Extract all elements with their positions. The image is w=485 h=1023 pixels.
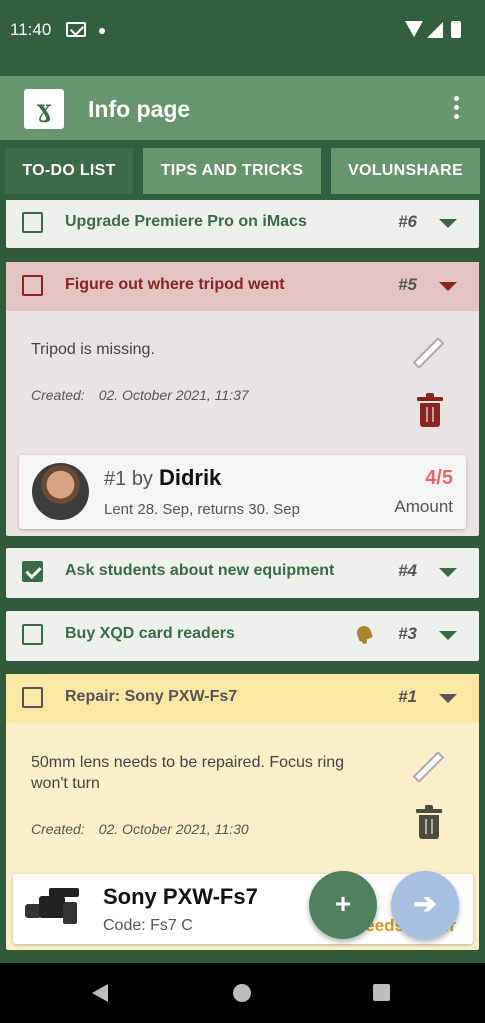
loan-amount: 4/5 — [425, 467, 453, 489]
todo-item[interactable]: Buy XQD card readers #3 — [6, 611, 479, 661]
todo-header[interactable]: Figure out where tripod went #5 — [6, 262, 479, 311]
home-icon[interactable] — [233, 984, 251, 1002]
loan-amount-label: Amount — [394, 497, 453, 516]
chevron-down-icon[interactable] — [439, 282, 457, 291]
edit-pencil-icon[interactable] — [410, 751, 445, 785]
created-label: Created: — [31, 821, 85, 837]
todo-item[interactable]: Upgrade Premiere Pro on iMacs #6 — [6, 200, 479, 248]
chevron-down-icon[interactable] — [439, 219, 457, 228]
status-icons — [405, 20, 475, 40]
todo-description: Tripod is missing. — [31, 341, 155, 358]
todo-checkbox[interactable] — [22, 561, 43, 582]
todo-checkbox[interactable] — [22, 624, 43, 645]
app-bar: ɣ Info page — [0, 76, 485, 140]
todo-header[interactable]: Buy XQD card readers #3 — [6, 611, 479, 660]
wifi-icon — [405, 21, 423, 37]
recents-icon[interactable] — [373, 984, 390, 1001]
add-button[interactable]: + — [309, 871, 377, 939]
next-arrow-button[interactable]: ➔ — [391, 871, 459, 939]
bell-icon — [355, 624, 373, 644]
todo-title: Upgrade Premiere Pro on iMacs — [65, 213, 307, 230]
todo-created: Created: 02. October 2021, 11:37 — [31, 387, 249, 403]
todo-checkbox[interactable] — [22, 212, 43, 233]
tab-bar: TO-DO LIST TIPS AND TRICKS VOLUNSHARE — [0, 140, 485, 200]
todo-title: Repair: Sony PXW-Fs7 — [65, 688, 238, 705]
todo-number: #5 — [398, 275, 417, 294]
chevron-down-icon[interactable] — [439, 568, 457, 577]
loan-borrower-name: Didrik — [158, 465, 222, 490]
mail-notification-icon — [66, 22, 86, 37]
notification-dot-icon — [99, 28, 105, 34]
todo-number: #1 — [398, 687, 417, 706]
chevron-down-icon[interactable] — [439, 694, 457, 703]
page-title: Info page — [88, 96, 191, 122]
todo-number: #4 — [398, 561, 417, 580]
tab-todo-list[interactable]: TO-DO LIST — [5, 148, 133, 194]
back-icon[interactable] — [92, 984, 108, 1002]
todo-header[interactable]: Repair: Sony PXW-Fs7 #1 — [6, 674, 479, 723]
avatar — [32, 463, 89, 520]
app-logo-icon: ɣ — [24, 89, 64, 129]
system-nav-bar — [0, 963, 485, 1023]
todo-item[interactable]: Figure out where tripod went #5 Tripod i… — [6, 262, 479, 536]
todo-checkbox[interactable] — [22, 275, 43, 296]
chevron-down-icon[interactable] — [439, 631, 457, 640]
todo-number: #3 — [398, 624, 417, 643]
todo-item[interactable]: Ask students about new equipment #4 — [6, 548, 479, 598]
edit-pencil-icon[interactable] — [410, 337, 445, 371]
todo-number: #6 — [398, 212, 417, 231]
todo-title: Ask students about new equipment — [65, 562, 335, 579]
equipment-code: Code: Fs7 C — [103, 917, 193, 934]
battery-icon — [451, 21, 461, 38]
tab-volunshare[interactable]: VOLUNSHARE — [331, 148, 480, 194]
created-label: Created: — [31, 387, 85, 403]
todo-title: Figure out where tripod went — [65, 276, 285, 293]
trash-icon[interactable] — [417, 393, 443, 429]
tab-tips-and-tricks[interactable]: TIPS AND TRICKS — [143, 148, 321, 194]
camera-icon — [25, 886, 87, 932]
loan-number: #1 by Didrik — [104, 465, 222, 490]
status-bar: 11:40 — [0, 0, 485, 76]
todo-created: Created: 02. October 2021, 11:30 — [31, 821, 249, 837]
created-date: 02. October 2021, 11:30 — [98, 821, 249, 837]
signal-icon — [427, 22, 443, 38]
trash-icon[interactable] — [416, 805, 442, 841]
todo-list[interactable]: Upgrade Premiere Pro on iMacs #6 Figure … — [0, 200, 485, 963]
todo-header[interactable]: Upgrade Premiere Pro on iMacs #6 — [6, 200, 479, 248]
created-date: 02. October 2021, 11:37 — [98, 387, 249, 403]
todo-title: Buy XQD card readers — [65, 625, 235, 642]
todo-header[interactable]: Ask students about new equipment #4 — [6, 548, 479, 597]
overflow-menu-icon[interactable] — [451, 96, 461, 124]
status-time: 11:40 — [10, 20, 52, 39]
loan-card[interactable]: #1 by Didrik Lent 28. Sep, returns 30. Se… — [19, 455, 466, 529]
todo-description: 50mm lens needs to be repaired. Focus ri… — [31, 754, 345, 792]
equipment-name: Sony PXW-Fs7 — [103, 884, 258, 909]
todo-checkbox[interactable] — [22, 687, 43, 708]
loan-dates: Lent 28. Sep, returns 30. Sep — [104, 501, 300, 518]
